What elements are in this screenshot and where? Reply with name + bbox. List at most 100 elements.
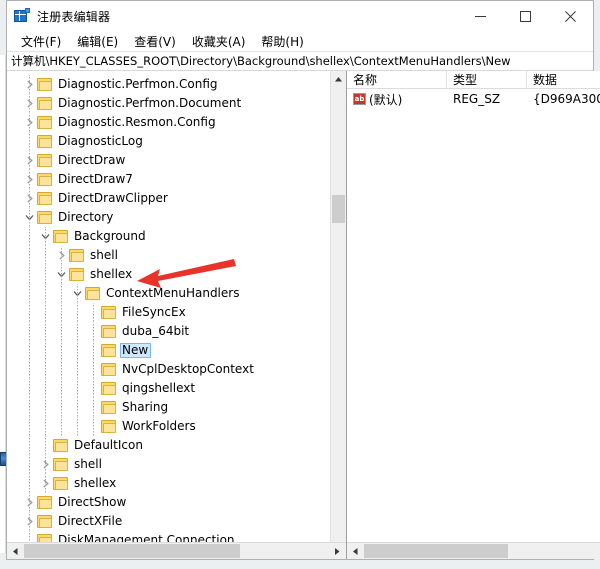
menu-edit[interactable]: 编辑(E) bbox=[69, 32, 126, 51]
tree-indent-guide bbox=[61, 246, 62, 265]
tree-hscroll-track[interactable] bbox=[24, 543, 329, 559]
tree-indent-guide bbox=[77, 284, 78, 303]
tree-item-label: NvCplDesktopContext bbox=[122, 362, 254, 376]
column-name[interactable]: 名称 bbox=[347, 71, 447, 88]
tree-item[interactable]: DirectXFile bbox=[7, 512, 330, 531]
tree-item[interactable]: DiagnosticLog bbox=[7, 132, 330, 151]
folder-icon bbox=[101, 382, 116, 395]
tree-item-label: shell bbox=[74, 457, 102, 471]
tree-item[interactable]: DirectDraw7 bbox=[7, 170, 330, 189]
tree-indent-guide bbox=[77, 322, 78, 341]
tree-item[interactable]: Diagnostic.Perfmon.Document bbox=[7, 94, 330, 113]
tree-item[interactable]: DiskManagement.Connection bbox=[7, 531, 330, 542]
folder-icon bbox=[85, 287, 100, 300]
tree-item[interactable]: qingshellext bbox=[7, 379, 330, 398]
tree-indent-guide bbox=[29, 303, 30, 322]
values-list[interactable]: ab(默认) REG_SZ {D969A300-E bbox=[347, 89, 600, 542]
tree-item-label: Diagnostic.Perfmon.Config bbox=[58, 77, 218, 91]
tree-indent-guide bbox=[77, 341, 78, 360]
tree-item[interactable]: DefaultIcon bbox=[7, 436, 330, 455]
tree-indent-guide bbox=[45, 227, 46, 246]
tree-item[interactable]: shellex bbox=[7, 474, 330, 493]
tree-item[interactable]: shell bbox=[7, 455, 330, 474]
column-type[interactable]: 类型 bbox=[447, 71, 527, 88]
minimize-button[interactable] bbox=[458, 1, 503, 31]
tree-item-label: DirectDrawClipper bbox=[58, 191, 168, 205]
tree-indent-guide bbox=[61, 265, 62, 284]
tree-indent-guide bbox=[93, 303, 94, 322]
values-hscroll-thumb[interactable] bbox=[364, 544, 508, 558]
tree-item-label: Background bbox=[74, 229, 146, 243]
folder-icon bbox=[53, 458, 68, 471]
tree-pane: Diagnostic.Perfmon.Config Diagnostic.Perf… bbox=[7, 71, 347, 559]
tree-item-label: shell bbox=[90, 248, 118, 262]
tree-scroll-right-button[interactable] bbox=[329, 543, 346, 559]
tree-vertical-scrollbar[interactable] bbox=[330, 71, 346, 542]
tree-item[interactable]: DirectDrawClipper bbox=[7, 189, 330, 208]
tree-item[interactable]: Directory bbox=[7, 208, 330, 227]
tree-scroll-left-button[interactable] bbox=[7, 543, 24, 559]
values-scroll-left-button[interactable] bbox=[347, 543, 364, 559]
tree-item[interactable]: FileSyncEx bbox=[7, 303, 330, 322]
tree-indent-guide bbox=[61, 360, 62, 379]
folder-icon bbox=[37, 97, 52, 110]
tree-scroll-thumb[interactable] bbox=[332, 195, 345, 223]
folder-icon bbox=[101, 325, 116, 338]
folder-icon bbox=[53, 230, 68, 243]
tree-indent-guide bbox=[93, 417, 94, 436]
folder-icon bbox=[37, 515, 52, 528]
value-row[interactable]: ab(默认) REG_SZ {D969A300-E bbox=[347, 89, 600, 109]
tree-scroll-area: Diagnostic.Perfmon.Config Diagnostic.Perf… bbox=[7, 71, 346, 542]
menu-file[interactable]: 文件(F) bbox=[13, 32, 69, 51]
tree-indent-guide bbox=[61, 341, 62, 360]
tree-indent-guide bbox=[93, 322, 94, 341]
folder-icon bbox=[37, 534, 52, 542]
close-button[interactable] bbox=[548, 1, 593, 31]
tree-item[interactable]: NvCplDesktopContext bbox=[7, 360, 330, 379]
scroll-up-button[interactable] bbox=[331, 71, 346, 87]
tree-item-label: DiagnosticLog bbox=[58, 134, 143, 148]
tree-item[interactable]: DirectDraw bbox=[7, 151, 330, 170]
tree-indent-guide bbox=[29, 284, 30, 303]
menu-favorites[interactable]: 收藏夹(A) bbox=[184, 32, 254, 51]
tree-item-label: New bbox=[120, 343, 152, 358]
tree-indent-guide bbox=[45, 379, 46, 398]
tree-item[interactable]: shellex bbox=[7, 265, 330, 284]
menu-help[interactable]: 帮助(H) bbox=[253, 32, 311, 51]
tree-item-label: duba_64bit bbox=[122, 324, 190, 338]
content-panes: Diagnostic.Perfmon.Config Diagnostic.Perf… bbox=[7, 71, 600, 559]
tree-item-selected[interactable]: New bbox=[7, 341, 330, 360]
folder-icon bbox=[69, 249, 84, 262]
tree-item[interactable]: Background bbox=[7, 227, 330, 246]
tree-item[interactable]: ContextMenuHandlers bbox=[7, 284, 330, 303]
tree-hscroll-thumb[interactable] bbox=[24, 544, 240, 558]
tree-item-label: DirectShow bbox=[58, 495, 127, 509]
tree-item[interactable]: Diagnostic.Resmon.Config bbox=[7, 113, 330, 132]
folder-icon bbox=[37, 173, 52, 186]
tree-item[interactable]: Diagnostic.Perfmon.Config bbox=[7, 75, 330, 94]
tree-indent-guide bbox=[29, 189, 30, 208]
values-hscroll-track[interactable] bbox=[364, 543, 600, 559]
registry-tree[interactable]: Diagnostic.Perfmon.Config Diagnostic.Perf… bbox=[7, 71, 330, 542]
folder-icon bbox=[69, 268, 84, 281]
values-horizontal-scrollbar[interactable] bbox=[347, 542, 600, 559]
menu-view[interactable]: 查看(V) bbox=[126, 32, 184, 51]
tree-indent-guide bbox=[29, 512, 30, 531]
tree-item[interactable]: shell bbox=[7, 246, 330, 265]
tree-horizontal-scrollbar[interactable] bbox=[7, 542, 346, 559]
tree-item[interactable]: duba_64bit bbox=[7, 322, 330, 341]
tree-item[interactable]: DirectShow bbox=[7, 493, 330, 512]
folder-icon bbox=[53, 439, 68, 452]
values-header: 名称 类型 数据 bbox=[347, 71, 600, 89]
folder-icon bbox=[37, 154, 52, 167]
tree-item-label: DiskManagement.Connection bbox=[58, 533, 235, 543]
column-data[interactable]: 数据 bbox=[527, 71, 600, 88]
tree-item[interactable]: Sharing bbox=[7, 398, 330, 417]
address-bar[interactable]: 计算机\HKEY_CLASSES_ROOT\Directory\Backgrou… bbox=[7, 51, 593, 71]
tree-item[interactable]: WorkFolders bbox=[7, 417, 330, 436]
tree-item-label: DefaultIcon bbox=[74, 438, 143, 452]
tree-scroll-track[interactable] bbox=[331, 87, 346, 526]
tree-indent-guide bbox=[29, 379, 30, 398]
tree-indent-guide bbox=[93, 379, 94, 398]
maximize-button[interactable] bbox=[503, 1, 548, 31]
